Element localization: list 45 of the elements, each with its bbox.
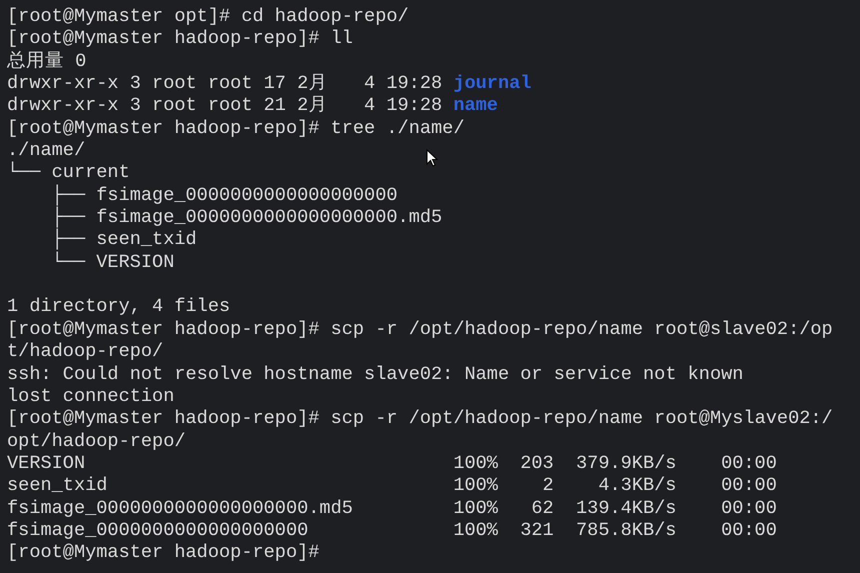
transfer-size: 203: [520, 452, 554, 476]
terminal-line: [root@Mymaster hadoop-repo]# ll: [7, 28, 353, 50]
terminal-line: 总用量 0: [7, 50, 86, 74]
terminal-line: opt/hadoop-repo/: [7, 430, 186, 453]
terminal-line: ./name/: [7, 140, 86, 162]
directory-name: name: [453, 95, 498, 118]
transfer-speed: 4.3KB/s: [598, 475, 676, 498]
terminal-line: └── current: [7, 162, 130, 184]
file-name: fsimage_0000000000000000000.md5: [7, 498, 353, 520]
transfer-size: 62: [531, 498, 554, 520]
transfer-size: 321: [520, 520, 554, 542]
file-time: 4 19:28: [364, 73, 442, 96]
terminal-line: ├── fsimage_0000000000000000000: [50, 184, 398, 206]
transfer-speed: 379.9KB/s: [576, 452, 676, 476]
terminal-line: 1 directory, 4 files: [7, 296, 230, 319]
transfer-percent: 100%: [453, 520, 498, 542]
transfer-eta: 00:00: [721, 475, 777, 498]
terminal-line: t/hadoop-repo/: [7, 341, 164, 364]
transfer-eta: 00:00: [721, 520, 777, 542]
transfer-size: 2: [542, 475, 554, 498]
transfer-speed: 785.8KB/s: [576, 520, 676, 542]
terminal-line: ssh: Could not resolve hostname slave02: Name or service not known: [7, 364, 744, 386]
file-name: VERSION: [7, 452, 86, 476]
transfer-percent: 100%: [453, 452, 498, 476]
transfer-speed: 139.4KB/s: [576, 498, 676, 520]
directory-name: journal: [453, 73, 532, 96]
terminal-line: └── VERSION: [50, 252, 174, 274]
terminal-line: [root@Mymaster hadoop-repo]#: [7, 542, 320, 565]
transfer-percent: 100%: [453, 475, 498, 498]
terminal-line: ├── seen_txid: [50, 229, 197, 252]
transfer-eta: 00:00: [721, 498, 777, 520]
file-info: drwxr-xr-x 3 root root 21 2月: [7, 95, 328, 118]
terminal-line: [root@Mymaster hadoop-repo]# scp -r /opt/hadoop-repo/name root@slave02:/op: [7, 318, 833, 342]
terminal-line: [root@Mymaster opt]# cd hadoop-repo/: [7, 6, 409, 28]
transfer-eta: 00:00: [721, 452, 777, 476]
file-name: seen_txid: [7, 475, 108, 498]
terminal-line: [root@Mymaster hadoop-repo]# scp -r /opt/hadoop-repo/name root@Myslave02:/: [7, 408, 833, 431]
mouse-pointer-icon: [426, 149, 438, 167]
file-name: fsimage_0000000000000000000: [7, 520, 308, 542]
file-info: drwxr-xr-x 3 root root 17 2月: [7, 73, 328, 96]
terminal-line: [root@Mymaster hadoop-repo]# tree ./name/: [7, 118, 464, 140]
terminal-line: lost connection: [7, 386, 174, 408]
file-time: 4 19:28: [364, 95, 442, 118]
terminal-line: ├── fsimage_0000000000000000000.md5: [50, 207, 442, 228]
transfer-percent: 100%: [453, 498, 498, 520]
